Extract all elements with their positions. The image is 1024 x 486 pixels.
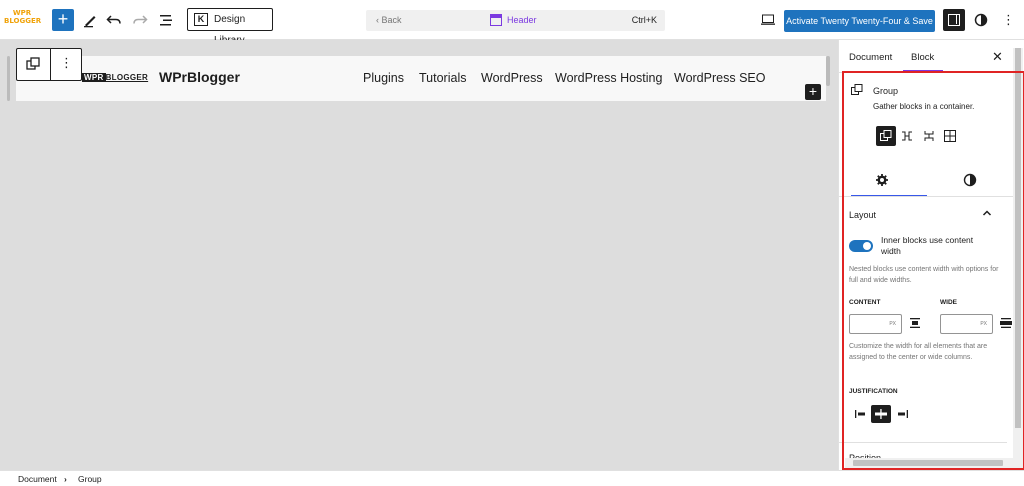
block-toolbar: ⋮	[16, 48, 82, 81]
nav-item-wordpress-seo[interactable]: WordPress SEO	[674, 71, 765, 85]
document-title: Header	[507, 15, 537, 25]
block-breadcrumb: Document › Group	[0, 470, 1024, 486]
block-inserter-button[interactable]: +	[52, 9, 74, 31]
canvas-left-edge	[7, 56, 10, 101]
redo-icon[interactable]	[131, 11, 149, 29]
back-button[interactable]: ‹ Back	[376, 15, 402, 25]
tab-block[interactable]: Block	[911, 52, 934, 63]
breadcrumb-group[interactable]: Group	[78, 474, 102, 484]
site-title[interactable]: WPrBlogger	[159, 69, 240, 85]
settings-sidebar: Document Block ✕ Group Gather blocks in …	[838, 40, 1024, 470]
command-palette-bar[interactable]: ‹ Back Header Ctrl+K	[366, 10, 665, 31]
design-library-icon: K	[194, 13, 208, 26]
highlight-box	[842, 71, 1024, 470]
template-part-icon	[490, 14, 502, 26]
close-sidebar-button[interactable]: ✕	[992, 49, 1003, 65]
site-logo-text: BLOGGER	[105, 73, 149, 82]
editor-header: WPR BLOGGER + K Design Library ‹ Back He…	[0, 0, 1024, 46]
add-block-button[interactable]: +	[805, 84, 821, 100]
keyboard-shortcut: Ctrl+K	[631, 15, 657, 25]
site-logo[interactable]: WPR BLOGGER	[82, 73, 148, 82]
device-preview-icon[interactable]	[761, 14, 775, 26]
styles-contrast-icon[interactable]	[974, 13, 988, 27]
nav-item-wordpress[interactable]: WordPress	[481, 71, 543, 85]
design-library-button[interactable]: K Design Library	[187, 8, 273, 46]
editor-canvas[interactable]: WPR BLOGGER WPrBlogger Plugins Tutorials …	[0, 40, 838, 470]
logo-line-2: BLOGGER	[4, 17, 42, 25]
undo-icon[interactable]	[105, 11, 123, 29]
list-view-icon[interactable]	[157, 11, 175, 29]
options-menu-button[interactable]: ⋮	[1002, 12, 1015, 28]
toolbar-divider	[50, 49, 51, 80]
nav-item-plugins[interactable]: Plugins	[363, 71, 404, 85]
site-logo-icon[interactable]: WPR BLOGGER	[4, 9, 42, 31]
group-block-icon[interactable]	[26, 57, 40, 71]
breadcrumb-document[interactable]: Document	[18, 474, 57, 484]
activate-save-button[interactable]: Activate Twenty Twenty-Four & Save	[784, 10, 935, 32]
nav-item-wordpress-hosting[interactable]: WordPress Hosting	[555, 71, 662, 85]
pencil-icon[interactable]	[81, 11, 99, 29]
logo-line-1: WPR	[12, 9, 32, 17]
sidebar-icon	[948, 14, 960, 26]
block-options-button[interactable]: ⋮	[60, 56, 73, 70]
canvas-scrollbar[interactable]	[826, 56, 830, 86]
tab-document[interactable]: Document	[849, 52, 892, 63]
site-logo-mark: WPR	[82, 73, 106, 82]
header-group-block[interactable]: WPR BLOGGER WPrBlogger Plugins Tutorials …	[16, 56, 826, 101]
settings-panel-toggle[interactable]	[943, 9, 965, 31]
breadcrumb-separator: ›	[64, 474, 67, 484]
nav-item-tutorials[interactable]: Tutorials	[419, 71, 466, 85]
